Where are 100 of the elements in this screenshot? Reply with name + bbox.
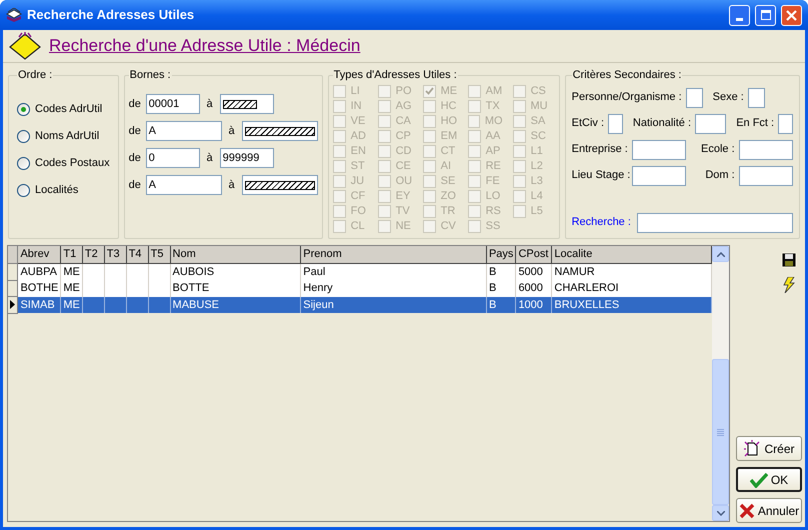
table-cell: Paul xyxy=(300,263,486,280)
checkbox-label: L5 xyxy=(530,204,543,219)
checkbox-label: CS xyxy=(530,84,546,99)
checkbox-label: EN xyxy=(350,144,366,159)
page-title: Recherche d'une Adresse Utile : Médecin xyxy=(49,35,360,58)
app-icon xyxy=(6,8,22,22)
table-cell: BRUXELLES xyxy=(552,296,712,313)
checkbox-label: MO xyxy=(484,114,503,129)
field-label: de xyxy=(128,150,142,166)
field-label: Nationalité : xyxy=(632,116,691,132)
save-icon[interactable] xyxy=(782,253,796,267)
checkbox-label: JU xyxy=(350,174,364,189)
table-cell: BOTTE xyxy=(170,280,301,296)
column-header[interactable]: T1 xyxy=(60,246,82,263)
input-field[interactable] xyxy=(608,114,623,134)
field-label: Dom : xyxy=(704,168,735,184)
caret-up-icon xyxy=(716,252,725,256)
close-button[interactable] xyxy=(781,4,802,26)
input-field[interactable] xyxy=(738,140,793,160)
checkbox-label: LO xyxy=(486,188,500,204)
checkbox-label: ST xyxy=(350,158,365,174)
radio-label: Localités xyxy=(35,183,78,198)
search-field[interactable] xyxy=(636,212,793,232)
radio-button[interactable] xyxy=(17,130,30,143)
checkbox-label: MU xyxy=(530,98,548,114)
checkbox-label: SS xyxy=(486,218,500,234)
row-pointer-icon xyxy=(10,300,15,310)
field-label: de xyxy=(128,124,142,139)
input-field[interactable] xyxy=(686,88,703,108)
table-cell: 5000 xyxy=(516,263,552,280)
radio-button[interactable] xyxy=(17,103,30,116)
field-label: à xyxy=(228,124,236,139)
column-header[interactable]: Nom xyxy=(170,246,301,263)
checkbox-label: LI xyxy=(350,84,360,99)
input-field[interactable]: 00001 xyxy=(146,94,200,114)
field-label: à xyxy=(228,178,236,193)
create-button[interactable]: Créer xyxy=(736,436,802,461)
column-header[interactable]: Abrev xyxy=(18,246,61,263)
lightning-icon[interactable] xyxy=(783,277,795,293)
input-field[interactable] xyxy=(242,121,318,141)
checkbox-label: TR xyxy=(440,204,456,219)
scroll-thumb[interactable] xyxy=(712,359,729,505)
radio-button[interactable] xyxy=(17,184,30,197)
window-title: Recherche Adresses Utiles xyxy=(27,6,196,24)
field-label: Lieu Stage : xyxy=(572,168,628,184)
scroll-down-button[interactable] xyxy=(712,505,729,521)
column-header[interactable]: Localite xyxy=(552,246,712,263)
input-field[interactable] xyxy=(220,94,274,114)
maximize-button[interactable] xyxy=(755,4,776,26)
checkbox-label: OU xyxy=(396,174,412,189)
checkbox-label: EY xyxy=(396,188,410,204)
column-header[interactable]: T3 xyxy=(104,246,126,263)
table-cell: B xyxy=(486,263,516,280)
input-field[interactable] xyxy=(748,88,765,108)
input-field[interactable] xyxy=(242,175,318,195)
radio-label: Noms AdrUtil xyxy=(35,129,100,144)
input-field[interactable] xyxy=(632,166,686,186)
checkbox-label: CF xyxy=(350,188,366,204)
column-header[interactable]: CPost xyxy=(516,246,552,263)
input-field[interactable] xyxy=(738,166,793,186)
column-header[interactable]: T2 xyxy=(82,246,104,263)
table-cell: CHARLEROI xyxy=(552,280,712,296)
radio-label: Codes AdrUtil xyxy=(35,102,102,118)
input-field[interactable] xyxy=(695,114,726,134)
checkbox-label: AA xyxy=(486,128,500,144)
column-header[interactable]: Prenom xyxy=(300,246,486,263)
checkbox-label: CD xyxy=(396,144,412,159)
cancel-button[interactable]: Annuler xyxy=(736,498,802,523)
column-header[interactable]: T5 xyxy=(148,246,170,263)
scrollbar[interactable] xyxy=(712,246,729,521)
table-cell: SIMAB xyxy=(18,296,61,313)
input-field[interactable] xyxy=(632,140,686,160)
cross-icon xyxy=(738,502,755,518)
field-label: Entreprise : xyxy=(572,142,628,158)
group-label: Bornes : xyxy=(128,68,172,83)
input-field[interactable]: A xyxy=(146,175,222,195)
table-cell: B xyxy=(486,280,516,296)
checkbox-label: TX xyxy=(486,98,500,114)
checkbox-label: ZO xyxy=(440,188,456,204)
column-header[interactable]: T4 xyxy=(126,246,148,263)
group-label: Types d'Adresses Utiles : xyxy=(332,68,458,83)
column-header[interactable]: Pays xyxy=(486,246,516,263)
checkbox-label: RE xyxy=(486,158,501,174)
checkbox-label: RS xyxy=(486,204,501,219)
input-field[interactable]: A xyxy=(146,121,222,141)
input-field[interactable]: 0 xyxy=(146,148,200,168)
scroll-up-button[interactable] xyxy=(712,246,729,262)
new-document-icon xyxy=(743,440,762,458)
minimize-button[interactable] xyxy=(729,4,750,26)
ok-button[interactable]: OK xyxy=(736,467,802,492)
input-field[interactable]: 999999 xyxy=(220,148,274,168)
checkbox-label: EM xyxy=(440,128,458,144)
checkbox-label: FE xyxy=(486,174,500,189)
table-cell: ME xyxy=(60,280,82,296)
checkbox-label: CT xyxy=(440,144,456,159)
radio-button[interactable] xyxy=(17,157,30,170)
field-label: Personne/Organisme : xyxy=(572,90,682,106)
close-icon xyxy=(786,10,797,20)
field-label: de xyxy=(128,96,142,112)
input-field[interactable] xyxy=(778,114,793,134)
